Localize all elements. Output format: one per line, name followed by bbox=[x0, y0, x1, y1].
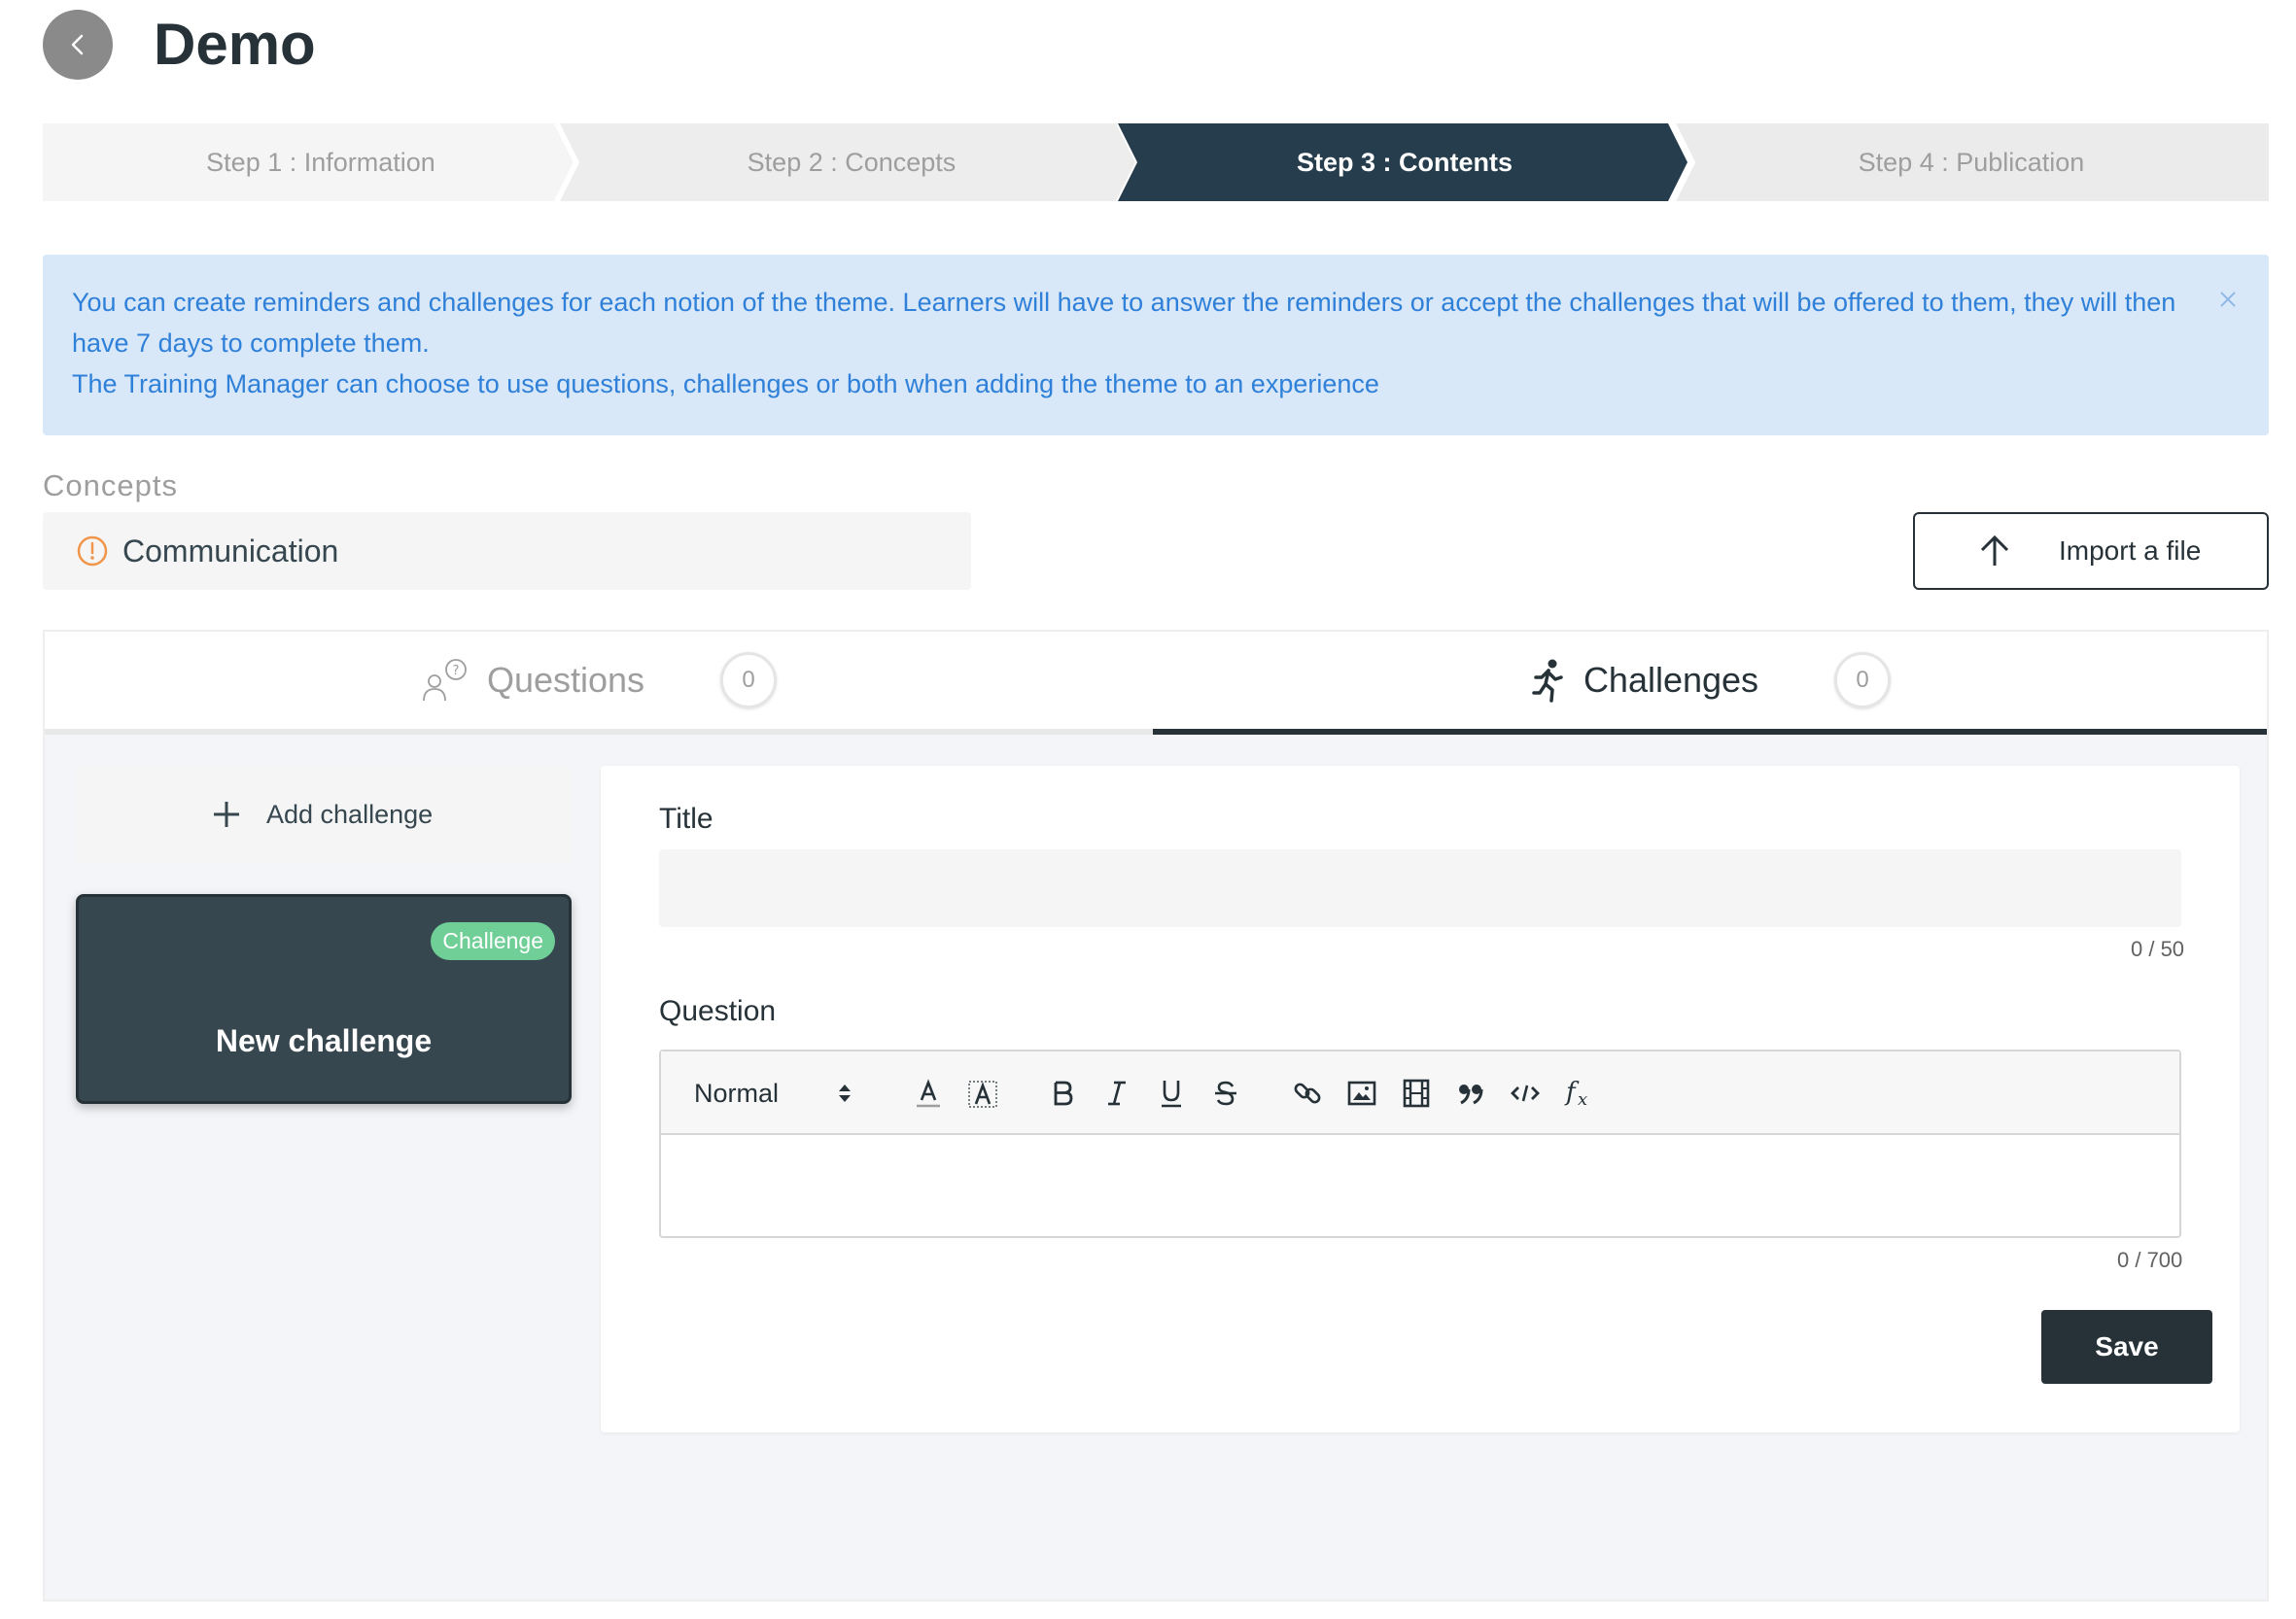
question-people-icon: ? bbox=[423, 659, 467, 702]
challenge-card[interactable]: Challenge New challenge bbox=[76, 894, 572, 1104]
step-label: Step 4 : Publication bbox=[1858, 147, 2085, 177]
step-publication[interactable]: Step 4 : Publication bbox=[1674, 123, 2269, 201]
font-color-icon bbox=[917, 1079, 940, 1108]
svg-text:?: ? bbox=[453, 664, 460, 678]
question-label: Question bbox=[659, 995, 777, 1027]
format-select[interactable]: Normal bbox=[694, 1075, 852, 1112]
alert-line-2: The Training Manager can choose to use q… bbox=[72, 369, 1379, 398]
rich-text-editor: Normal f x bbox=[659, 1050, 2181, 1238]
svg-text:x: x bbox=[1578, 1089, 1587, 1110]
tabs-bar: ? Questions 0 Challenges 0 bbox=[45, 632, 2267, 735]
count-badge: 0 bbox=[720, 652, 778, 708]
title-input[interactable] bbox=[659, 849, 2181, 927]
info-alert: You can create reminders and challenges … bbox=[43, 255, 2269, 435]
step-contents[interactable]: Step 3 : Contents bbox=[1118, 123, 1691, 201]
format-select-value: Normal bbox=[694, 1078, 780, 1108]
underline-icon bbox=[1162, 1081, 1181, 1108]
tab-challenges[interactable]: Challenges 0 bbox=[1153, 632, 2267, 735]
video-icon bbox=[1403, 1079, 1430, 1108]
alert-text: You can create reminders and challenges … bbox=[72, 282, 2191, 404]
arrow-up-icon bbox=[1980, 534, 2009, 566]
code-block-button[interactable] bbox=[1507, 1075, 1544, 1112]
font-color-button[interactable] bbox=[910, 1075, 947, 1112]
question-counter: 0 / 700 bbox=[2117, 1248, 2183, 1272]
concepts-label: Concepts bbox=[43, 468, 178, 502]
page-title: Demo bbox=[154, 12, 316, 77]
alert-line-1: You can create reminders and challenges … bbox=[72, 288, 2176, 358]
concept-name: Communication bbox=[122, 533, 339, 568]
bold-button[interactable] bbox=[1044, 1075, 1081, 1112]
image-icon bbox=[1347, 1081, 1376, 1106]
running-person-icon bbox=[1532, 659, 1563, 703]
chevron-left-icon bbox=[71, 34, 84, 55]
step-information[interactable]: Step 1 : Information bbox=[43, 123, 599, 201]
import-file-button[interactable]: Import a file bbox=[1913, 512, 2269, 590]
step-label: Step 1 : Information bbox=[206, 147, 435, 177]
save-button[interactable]: Save bbox=[2041, 1310, 2212, 1384]
editor-toolbar: Normal f x bbox=[661, 1051, 2179, 1135]
concept-selector[interactable]: Communication bbox=[43, 512, 971, 590]
strike-button[interactable] bbox=[1207, 1075, 1244, 1112]
import-file-label: Import a file bbox=[2059, 535, 2202, 566]
code-icon bbox=[1511, 1085, 1540, 1102]
tab-questions[interactable]: ? Questions 0 bbox=[45, 632, 1153, 735]
content-panel: ? Questions 0 Challenges 0 Add challenge… bbox=[43, 630, 2269, 1602]
title-label: Title bbox=[659, 803, 713, 835]
title-counter: 0 / 50 bbox=[2131, 937, 2185, 961]
link-icon bbox=[1294, 1083, 1321, 1104]
video-button[interactable] bbox=[1398, 1075, 1435, 1112]
step-concepts[interactable]: Step 2 : Concepts bbox=[560, 123, 1143, 201]
add-challenge-button[interactable]: Add challenge bbox=[76, 766, 572, 863]
italic-button[interactable] bbox=[1098, 1075, 1135, 1112]
blockquote-button[interactable] bbox=[1452, 1075, 1489, 1112]
strikethrough-icon bbox=[1215, 1081, 1236, 1106]
challenge-card-title: New challenge bbox=[215, 1023, 433, 1058]
back-button[interactable] bbox=[43, 10, 113, 80]
count-badge: 0 bbox=[1834, 652, 1892, 708]
image-button[interactable] bbox=[1343, 1075, 1380, 1112]
background-color-button[interactable] bbox=[964, 1075, 1001, 1112]
add-challenge-label: Add challenge bbox=[266, 799, 434, 829]
question-editor-body[interactable] bbox=[661, 1135, 2179, 1236]
underline-button[interactable] bbox=[1153, 1075, 1190, 1112]
close-icon[interactable] bbox=[2216, 288, 2240, 311]
italic-icon bbox=[1108, 1081, 1126, 1106]
stepper: Step 1 : Information Step 2 : Concepts S… bbox=[43, 123, 2269, 201]
challenge-type-badge: Challenge bbox=[431, 922, 555, 960]
step-label: Step 2 : Concepts bbox=[747, 147, 957, 177]
background-color-icon bbox=[968, 1081, 997, 1108]
tab-label: Questions bbox=[486, 660, 645, 700]
quote-icon bbox=[1459, 1085, 1483, 1105]
formula-button[interactable]: f x bbox=[1561, 1075, 1598, 1112]
warning-icon bbox=[77, 535, 108, 567]
link-button[interactable] bbox=[1289, 1075, 1326, 1112]
bold-icon bbox=[1054, 1081, 1073, 1106]
plus-icon bbox=[214, 802, 239, 827]
tab-label: Challenges bbox=[1583, 660, 1759, 700]
challenge-editor: Title 0 / 50 Question Normal f x 0 / 700… bbox=[601, 766, 2240, 1432]
formula-icon: f x bbox=[1564, 1078, 1587, 1110]
sort-arrows-icon bbox=[839, 1085, 852, 1102]
step-label: Step 3 : Contents bbox=[1296, 147, 1513, 177]
